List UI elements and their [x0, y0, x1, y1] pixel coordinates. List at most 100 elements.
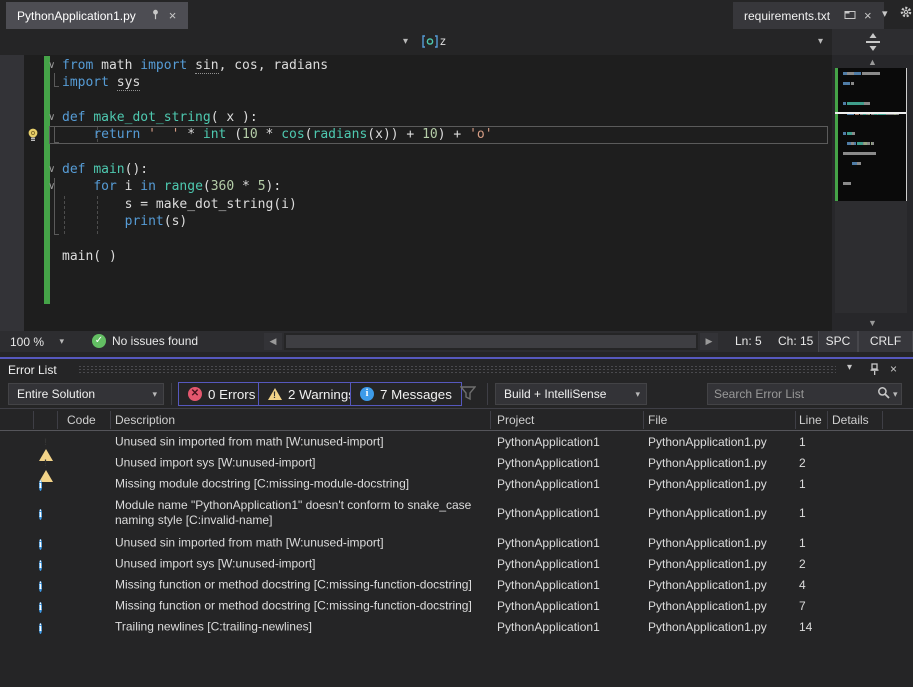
- messages-filter-button[interactable]: i 7 Messages: [350, 382, 462, 406]
- filter-icon[interactable]: [460, 386, 476, 404]
- minimap-code-bar: [851, 82, 854, 85]
- search-icon[interactable]: [875, 386, 892, 402]
- types-dropdown-chevron-icon[interactable]: ▾: [403, 36, 408, 47]
- fold-collapse-icon[interactable]: ∨: [48, 161, 60, 178]
- scope-filter-dropdown[interactable]: Entire Solution ▾: [8, 383, 164, 405]
- error-list-row[interactable]: iModule name "PythonApplication1" doesn'…: [0, 494, 913, 532]
- row-description: Missing function or method docstring [C:…: [115, 577, 487, 592]
- scroll-left-icon[interactable]: ◀: [264, 333, 282, 350]
- pin-icon[interactable]: [869, 363, 880, 378]
- code-line[interactable]: return ' ' * int (10 * cos(radians(x)) +…: [62, 126, 493, 143]
- row-description: Unused import sys [W:unused-import]: [115, 556, 487, 571]
- window-position-chevron-icon[interactable]: ▾: [847, 362, 852, 373]
- info-icon: i: [39, 506, 54, 520]
- toolbar-separator: [487, 383, 488, 405]
- column-header-line[interactable]: Line: [799, 413, 822, 427]
- line-ending-indicator: CRLF: [858, 331, 913, 352]
- error-list-row[interactable]: iUnused import sys [W:unused-import]Pyth…: [0, 553, 913, 574]
- info-icon: i: [39, 620, 54, 634]
- document-tab-bar: PythonApplication1.py × requirements.txt…: [0, 0, 913, 29]
- source-filter-dropdown[interactable]: Build + IntelliSense ▾: [495, 383, 647, 405]
- info-icon: i: [39, 477, 54, 491]
- editor-splitter[interactable]: [832, 29, 913, 55]
- row-file: PythonApplication1.py: [648, 435, 767, 449]
- members-dropdown-chevron-icon[interactable]: ▾: [818, 36, 823, 47]
- errors-filter-button[interactable]: ✕ 0 Errors: [178, 382, 265, 406]
- row-file: PythonApplication1.py: [648, 599, 767, 613]
- code-line[interactable]: def make_dot_string( x ):: [62, 109, 258, 126]
- warnings-filter-button[interactable]: 2 Warnings: [258, 382, 365, 406]
- column-header-details[interactable]: Details: [832, 413, 869, 427]
- search-input[interactable]: [708, 387, 875, 401]
- error-list-row[interactable]: Unused sin imported from math [W:unused-…: [0, 431, 913, 452]
- code-line[interactable]: import sys: [62, 74, 140, 91]
- pin-icon[interactable]: [146, 8, 165, 23]
- row-file: PythonApplication1.py: [648, 536, 767, 550]
- row-project: PythonApplication1: [497, 435, 600, 449]
- editor-status-bar: 100 % ▾ ✓ No issues found ◀ ▶ Ln: 5 Ch: …: [0, 331, 913, 352]
- error-list-row[interactable]: iUnused sin imported from math [W:unused…: [0, 532, 913, 553]
- code-editor[interactable]: ∨from math import sin, cos, radiansimpor…: [0, 55, 832, 331]
- search-options-chevron-icon[interactable]: ▾: [892, 389, 903, 400]
- panel-drag-handle[interactable]: [78, 365, 836, 374]
- scroll-down-icon[interactable]: ▼: [832, 318, 913, 328]
- scrollbar-thumb[interactable]: [286, 335, 696, 348]
- horizontal-scrollbar[interactable]: [284, 333, 698, 350]
- minimap-code-bar: [852, 132, 855, 135]
- scope-guide: [54, 126, 55, 143]
- fold-collapse-icon[interactable]: ∨: [48, 57, 60, 74]
- lightbulb-icon[interactable]: [26, 127, 40, 147]
- row-description: Trailing newlines [C:trailing-newlines]: [115, 619, 487, 634]
- code-line[interactable]: def main():: [62, 161, 148, 178]
- error-list-row[interactable]: iMissing function or method docstring [C…: [0, 595, 913, 616]
- fold-collapse-icon[interactable]: ∨: [48, 109, 60, 126]
- chevron-down-icon[interactable]: ▾: [882, 7, 888, 20]
- row-line: 1: [799, 506, 806, 520]
- error-list-row[interactable]: iMissing function or method docstring [C…: [0, 574, 913, 595]
- column-header-project[interactable]: Project: [497, 413, 534, 427]
- scroll-up-icon[interactable]: ▲: [832, 57, 913, 67]
- scroll-right-icon[interactable]: ▶: [700, 333, 718, 350]
- error-list-row[interactable]: Unused import sys [W:unused-import]Pytho…: [0, 452, 913, 473]
- error-list-row[interactable]: iMissing module docstring [C:missing-mod…: [0, 473, 913, 494]
- minimap-change-bar: [835, 68, 838, 201]
- code-line[interactable]: from math import sin, cos, radians: [62, 57, 328, 74]
- tab-pythonapplication1[interactable]: PythonApplication1.py ×: [6, 2, 188, 29]
- code-line[interactable]: s = make_dot_string(i): [62, 196, 297, 213]
- code-line[interactable]: print(s): [62, 213, 187, 230]
- column-indicator: Ch: 15: [778, 334, 813, 348]
- minimap-code-bar: [847, 102, 864, 105]
- code-line[interactable]: main( ): [62, 248, 117, 265]
- tab-requirements[interactable]: requirements.txt ×: [733, 2, 884, 29]
- fold-collapse-icon[interactable]: ∨: [48, 178, 60, 195]
- close-icon[interactable]: ×: [890, 362, 897, 376]
- keep-open-icon[interactable]: [840, 8, 860, 23]
- minimap-code-bar: [857, 162, 860, 165]
- column-header-file[interactable]: File: [648, 413, 667, 427]
- row-project: PythonApplication1: [497, 536, 600, 550]
- column-header-description[interactable]: Description: [115, 413, 175, 427]
- error-list-rows: Unused sin imported from math [W:unused-…: [0, 431, 913, 687]
- close-icon[interactable]: ×: [860, 8, 876, 23]
- row-line: 14: [799, 620, 812, 634]
- minimap-code-bar: [864, 102, 871, 105]
- close-icon[interactable]: ×: [165, 8, 181, 23]
- column-header-code[interactable]: Code: [67, 413, 96, 427]
- tab-label: requirements.txt: [744, 9, 830, 23]
- row-file: PythonApplication1.py: [648, 506, 767, 520]
- zoom-selector[interactable]: 100 % ▾: [2, 333, 68, 350]
- gear-icon[interactable]: [899, 5, 913, 22]
- warning-icon: [39, 456, 54, 470]
- minimap[interactable]: [835, 68, 907, 201]
- member-dropdown[interactable]: z: [422, 34, 446, 48]
- split-icon: [864, 33, 882, 51]
- code-line[interactable]: for i in range(360 * 5):: [62, 178, 281, 195]
- row-file: PythonApplication1.py: [648, 578, 767, 592]
- breakpoint-margin[interactable]: [0, 55, 24, 331]
- scrollbar-track[interactable]: [835, 201, 907, 313]
- warnings-count-label: 2 Warnings: [288, 387, 355, 402]
- error-list-row[interactable]: i Trailing newlines [C:trailing-newlines]…: [0, 616, 913, 637]
- vertical-scrollbar[interactable]: ▲ ▼: [832, 55, 913, 331]
- minimap-code-bar: [854, 72, 861, 75]
- warning-icon: [39, 435, 54, 449]
